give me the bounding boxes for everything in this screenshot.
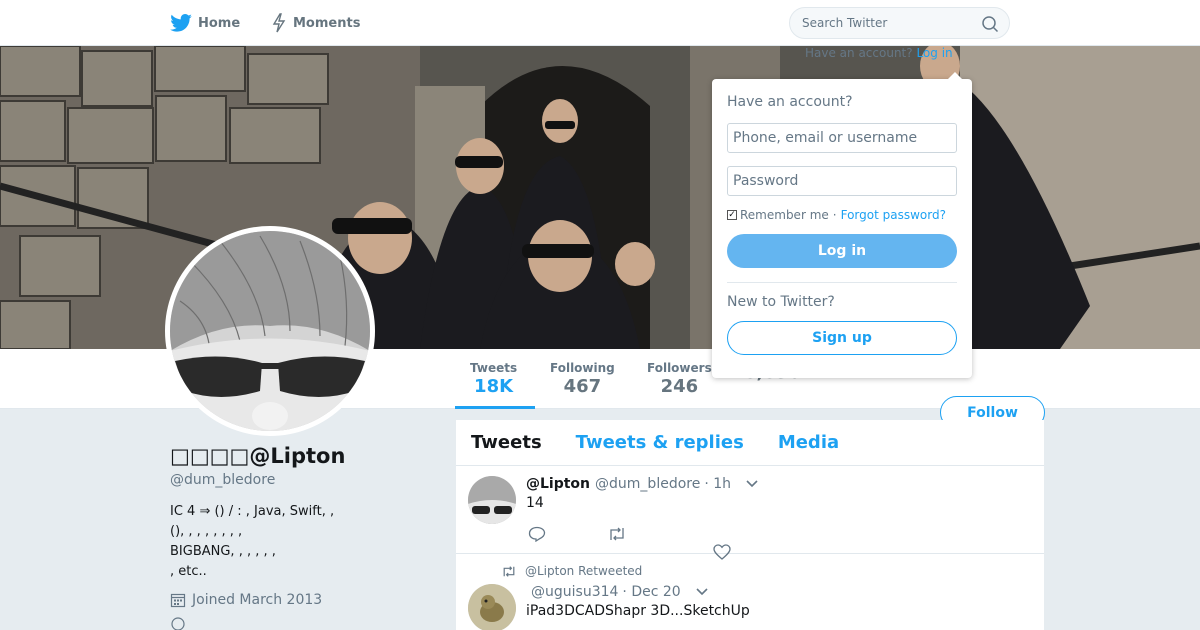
password-placeholder: Password <box>733 173 799 189</box>
new-to-twitter-text: New to Twitter? <box>727 294 835 310</box>
remember-label[interactable]: Remember me <box>740 208 829 222</box>
top-nav: Home Moments Search Twitter <box>0 0 1200 46</box>
nav-moments[interactable]: Moments <box>271 12 360 34</box>
search-placeholder: Search Twitter <box>802 16 888 30</box>
avatar[interactable] <box>165 226 375 436</box>
tab-media[interactable]: Media <box>778 432 839 453</box>
username-field[interactable]: Phone, email or username <box>727 123 957 153</box>
dropdown-arrow <box>948 72 962 79</box>
calendar-icon <box>170 593 186 608</box>
popup-divider <box>727 282 957 283</box>
tweet-author-name[interactable]: @Lipton <box>526 476 590 492</box>
timeline: Tweets Tweets & replies Media @Lipton @d… <box>456 420 1044 630</box>
reply-icon <box>528 526 546 543</box>
stat-following[interactable]: Following 467 <box>550 361 615 397</box>
login-dropdown: Have an account? Phone, email or usernam… <box>712 72 972 378</box>
stat-value: 467 <box>563 376 602 397</box>
link-icon <box>171 617 185 630</box>
avatar-photo <box>170 231 370 431</box>
profile-extra-link[interactable] <box>170 616 440 630</box>
tweet-author-handle[interactable]: @dum_bledore <box>595 476 700 492</box>
retweet-context: @Lipton Retweeted <box>501 564 642 578</box>
profile-handle: @dum_bledore <box>170 472 276 488</box>
tweet-text: 14 <box>526 495 544 511</box>
stat-followers[interactable]: Followers 246 <box>647 361 712 397</box>
nav-moments-label: Moments <box>293 15 361 31</box>
caret-down-icon <box>746 480 758 488</box>
nav-login-link[interactable]: Log in <box>916 46 952 60</box>
stat-label: Tweets <box>470 361 518 375</box>
tweet-menu-button[interactable] <box>695 587 709 597</box>
tab-tweets[interactable]: Tweets <box>471 432 542 453</box>
tweet-item[interactable]: @Lipton Retweeted @uguisu314 · Dec 20 iP… <box>456 554 1044 630</box>
profile-joined: Joined March 2013 <box>170 592 440 608</box>
search-input[interactable]: Search Twitter <box>789 7 1010 39</box>
tweet-avatar[interactable] <box>468 584 516 630</box>
username-placeholder: Phone, email or username <box>733 130 918 146</box>
nav-home-label: Home <box>198 15 241 31</box>
retweet-button[interactable] <box>607 526 627 546</box>
tweet-text: iPad3DCADShapr 3D...SketchUp <box>526 603 750 619</box>
stat-label: Followers <box>647 361 712 375</box>
remember-row: ✓ Remember me · Forgot password? <box>727 208 957 222</box>
retweeted-by-text[interactable]: @Lipton Retweeted <box>525 564 642 578</box>
stat-tweets[interactable]: Tweets 18K <box>470 361 517 397</box>
active-stat-underline <box>455 406 535 409</box>
tweet-avatar-photo <box>468 476 516 524</box>
tweet-item[interactable]: @Lipton @dum_bledore · 1h 14 <box>456 466 1044 560</box>
timeline-tabs: Tweets Tweets & replies Media <box>456 420 1044 466</box>
tweet-header: @uguisu314 · Dec 20 <box>526 584 709 600</box>
profile-joined-text: Joined March 2013 <box>192 592 323 608</box>
password-field[interactable]: Password <box>727 166 957 196</box>
tweet-time[interactable]: · Dec 20 <box>622 584 680 600</box>
search-icon[interactable] <box>981 15 999 33</box>
twitter-bird-icon <box>170 14 192 32</box>
profile-name: □□□□@Lipton <box>170 444 346 468</box>
nav-home[interactable]: Home <box>170 12 240 34</box>
retweet-icon <box>610 527 624 541</box>
tab-tweets-replies[interactable]: Tweets & replies <box>576 432 744 453</box>
tweet-menu-button[interactable] <box>745 479 759 489</box>
caret-down-icon <box>696 588 708 596</box>
stat-value: 18K <box>474 376 514 397</box>
tweet-time[interactable]: · 1h <box>704 476 731 492</box>
retweet-icon <box>503 565 515 577</box>
login-button[interactable]: Log in <box>727 234 957 268</box>
profile-bio: IC 4 ⇒ () / : , Java, Swift, , (), , , ,… <box>170 504 335 579</box>
remember-dot: · <box>832 208 837 222</box>
tweet-header: @Lipton @dum_bledore · 1h <box>526 476 759 492</box>
have-account-text: Have an account? <box>805 46 913 60</box>
login-title: Have an account? <box>727 94 853 110</box>
stat-value: 246 <box>660 376 699 397</box>
tweet-avatar-photo <box>468 584 516 630</box>
remember-checkbox[interactable]: ✓ <box>727 210 737 220</box>
forgot-password-link[interactable]: Forgot password? <box>841 208 946 222</box>
tweet-author-handle[interactable]: @uguisu314 <box>531 584 618 600</box>
tweet-avatar[interactable] <box>468 476 516 524</box>
reply-button[interactable] <box>528 526 546 546</box>
stat-label: Following <box>550 361 615 375</box>
signup-button[interactable]: Sign up <box>727 321 957 355</box>
profile-info: □□□□@Lipton @dum_bledore IC 4 ⇒ () / : ,… <box>170 444 440 630</box>
lightning-icon <box>272 13 286 33</box>
have-account-prompt: Have an account? Log in <box>805 46 953 60</box>
